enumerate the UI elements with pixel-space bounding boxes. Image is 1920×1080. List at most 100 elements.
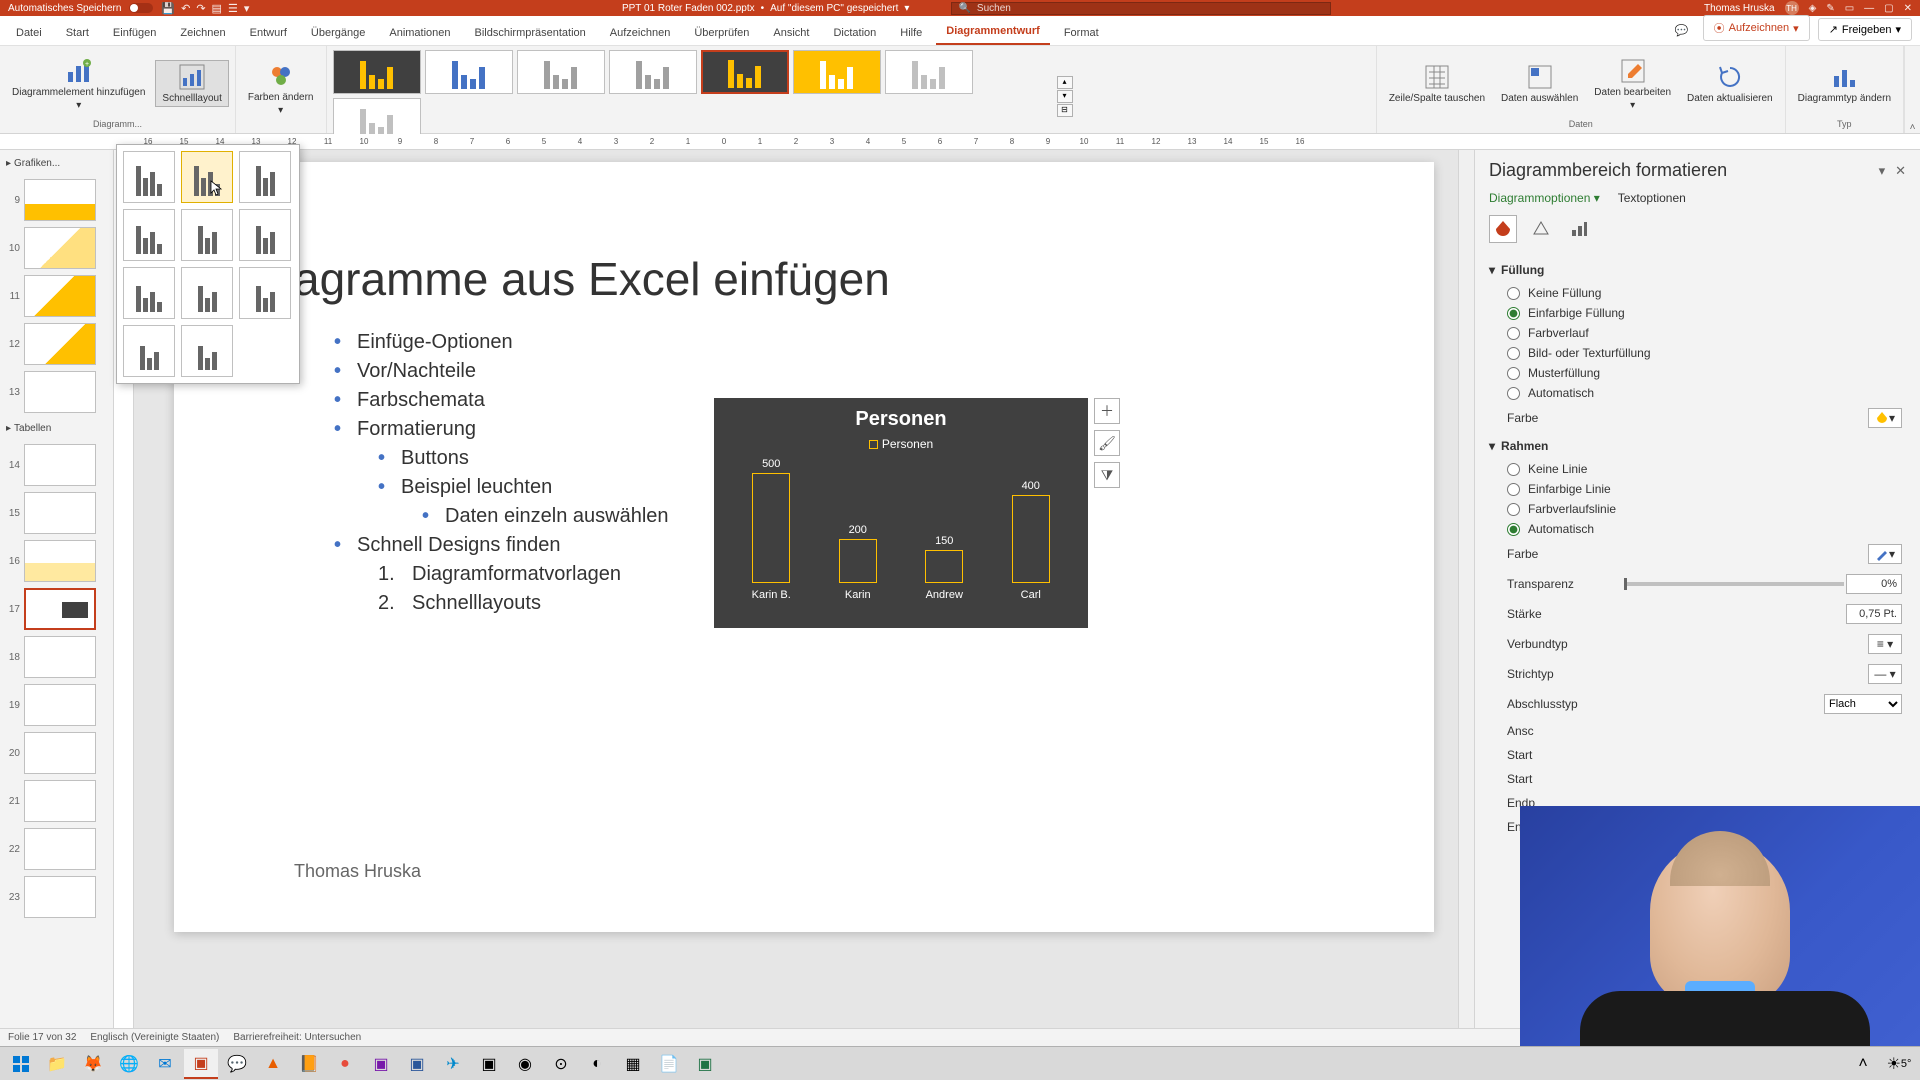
edit-data-button[interactable]: Daten bearbeiten▾	[1588, 55, 1677, 113]
quick-layout-5[interactable]	[181, 209, 233, 261]
quick-layout-10[interactable]	[123, 325, 175, 377]
maximize-icon[interactable]: ▢	[1884, 3, 1893, 14]
border-color-button[interactable]: ▾	[1868, 544, 1902, 564]
qat-more-icon[interactable]: ▾	[244, 2, 250, 15]
styles-gallery-scroll[interactable]: ▴▾⊟	[1057, 76, 1073, 117]
width-input[interactable]: 0,75 Pt.	[1846, 604, 1902, 624]
share-button[interactable]: ↗Freigeben▾	[1818, 18, 1912, 41]
app-icon-7[interactable]: ◐	[580, 1049, 614, 1079]
dash-button[interactable]: ― ▾	[1868, 664, 1902, 684]
slide-title[interactable]: agramme aus Excel einfügen	[294, 252, 890, 306]
add-chart-element-button[interactable]: + Diagrammelement hinzufügen▾	[6, 55, 151, 113]
close-icon[interactable]: ✕	[1904, 3, 1912, 14]
explorer-icon[interactable]: 📁	[40, 1049, 74, 1079]
style-thumb-7[interactable]	[885, 50, 973, 94]
tab-transitions[interactable]: Übergänge	[301, 21, 375, 45]
save-icon[interactable]: 💾	[161, 2, 175, 15]
compound-button[interactable]: ≡ ▾	[1868, 634, 1902, 654]
tab-review[interactable]: Überprüfen	[684, 21, 759, 45]
outlook-icon[interactable]: ✉	[148, 1049, 182, 1079]
section-fill-header[interactable]: ▾ Füllung	[1489, 257, 1906, 283]
quick-layout-4[interactable]	[123, 209, 175, 261]
quick-layout-button[interactable]: Schnelllayout	[155, 60, 228, 107]
thumb-11[interactable]: 11	[4, 275, 109, 317]
pane-icon-effects[interactable]	[1527, 215, 1555, 243]
user-name[interactable]: Thomas Hruska	[1704, 3, 1775, 14]
comments-icon[interactable]: 💬	[1667, 20, 1697, 41]
thumb-9[interactable]: 9	[4, 179, 109, 221]
slide-canvas[interactable]: agramme aus Excel einfügen Einfüge-Optio…	[114, 150, 1474, 1028]
thumb-17[interactable]: 17	[4, 588, 109, 630]
style-thumb-4[interactable]	[609, 50, 697, 94]
app-icon-9[interactable]: 📄	[652, 1049, 686, 1079]
cap-select[interactable]: Flach	[1824, 694, 1902, 714]
thumb-23[interactable]: 23	[4, 876, 109, 918]
slide-content[interactable]: Einfüge-Optionen Vor/Nachteile Farbschem…	[334, 328, 669, 618]
quick-layout-7[interactable]	[123, 267, 175, 319]
slideshow-icon[interactable]: ▤	[212, 2, 222, 15]
tab-animations[interactable]: Animationen	[379, 21, 460, 45]
minimize-icon[interactable]: —	[1864, 3, 1874, 14]
thumb-22[interactable]: 22	[4, 828, 109, 870]
select-data-button[interactable]: Daten auswählen	[1495, 61, 1584, 106]
touch-icon[interactable]: ☰	[228, 2, 238, 15]
tray-chevron-icon[interactable]: ˄	[1846, 1049, 1880, 1079]
change-chart-type-button[interactable]: Diagrammtyp ändern	[1792, 61, 1897, 106]
chart-object[interactable]: Personen Personen 500Karin B.200Karin150…	[714, 398, 1088, 628]
coming-soon-icon[interactable]: ✎	[1826, 3, 1834, 14]
tab-view[interactable]: Ansicht	[763, 21, 819, 45]
slide-counter[interactable]: Folie 17 von 32	[8, 1032, 76, 1043]
tab-chartdesign[interactable]: Diagrammentwurf	[936, 19, 1050, 45]
slide[interactable]: agramme aus Excel einfügen Einfüge-Optio…	[174, 162, 1434, 932]
tab-design[interactable]: Entwurf	[240, 21, 297, 45]
vlc-icon[interactable]: ▲	[256, 1049, 290, 1079]
record-button[interactable]: ⦿Aufzeichnen▾	[1703, 15, 1810, 41]
tab-dictation[interactable]: Dictation	[823, 21, 886, 45]
switch-row-col-button[interactable]: Zeile/Spalte tauschen	[1383, 61, 1491, 106]
app-icon-6[interactable]: ⊙	[544, 1049, 578, 1079]
transparency-slider[interactable]	[1624, 582, 1844, 586]
quick-layout-8[interactable]	[181, 267, 233, 319]
border-solid-radio[interactable]: Einfarbige Linie	[1489, 479, 1906, 499]
transparency-input[interactable]: 0%	[1846, 574, 1902, 594]
style-thumb-3[interactable]	[517, 50, 605, 94]
section-border-header[interactable]: ▾ Rahmen	[1489, 433, 1906, 459]
tab-slideshow[interactable]: Bildschirmpräsentation	[465, 21, 596, 45]
autosave-toggle[interactable]	[129, 3, 153, 13]
fill-solid-radio[interactable]: Einfarbige Füllung	[1489, 303, 1906, 323]
tab-draw[interactable]: Zeichnen	[170, 21, 235, 45]
thumb-20[interactable]: 20	[4, 732, 109, 774]
thumb-10[interactable]: 10	[4, 227, 109, 269]
telegram-icon[interactable]: ✈	[436, 1049, 470, 1079]
fill-picture-radio[interactable]: Bild- oder Texturfüllung	[1489, 343, 1906, 363]
slide-thumbnails-panel[interactable]: ▸ Grafiken... 9 10 11 12 13 ▸ Tabellen 1…	[0, 150, 114, 1028]
border-gradient-radio[interactable]: Farbverlaufslinie	[1489, 499, 1906, 519]
fill-gradient-radio[interactable]: Farbverlauf	[1489, 323, 1906, 343]
section-tabellen[interactable]: ▸ Tabellen	[4, 419, 109, 438]
pane-tab-text-options[interactable]: Textoptionen	[1618, 191, 1686, 205]
chart-title[interactable]: Personen	[714, 398, 1088, 435]
weather-widget[interactable]: ☀ 5°	[1882, 1049, 1916, 1079]
thumb-13[interactable]: 13	[4, 371, 109, 413]
chart-styles-button[interactable]: 🖌	[1094, 430, 1120, 456]
pane-tab-chart-options[interactable]: Diagrammoptionen ▾	[1489, 191, 1600, 205]
app-icon-2[interactable]: 📙	[292, 1049, 326, 1079]
app-icon-3[interactable]: ●	[328, 1049, 362, 1079]
thumb-14[interactable]: 14	[4, 444, 109, 486]
sync-icon[interactable]: ◈	[1809, 3, 1817, 14]
change-colors-button[interactable]: Farben ändern▾	[242, 60, 320, 118]
quick-layout-9[interactable]	[239, 267, 291, 319]
tab-help[interactable]: Hilfe	[890, 21, 932, 45]
style-thumb-2[interactable]	[425, 50, 513, 94]
pane-options-icon[interactable]: ▾	[1879, 163, 1886, 179]
border-none-radio[interactable]: Keine Linie	[1489, 459, 1906, 479]
chart-filter-button[interactable]: ⧩	[1094, 462, 1120, 488]
chart-elements-button[interactable]: ＋	[1094, 398, 1120, 424]
quick-layout-2[interactable]	[181, 151, 233, 203]
accessibility-indicator[interactable]: Barrierefreiheit: Untersuchen	[233, 1032, 361, 1043]
canvas-scrollbar[interactable]	[1458, 150, 1474, 1028]
start-button[interactable]	[4, 1049, 38, 1079]
thumb-18[interactable]: 18	[4, 636, 109, 678]
chart-legend[interactable]: Personen	[714, 435, 1088, 457]
tab-start[interactable]: Start	[56, 21, 99, 45]
